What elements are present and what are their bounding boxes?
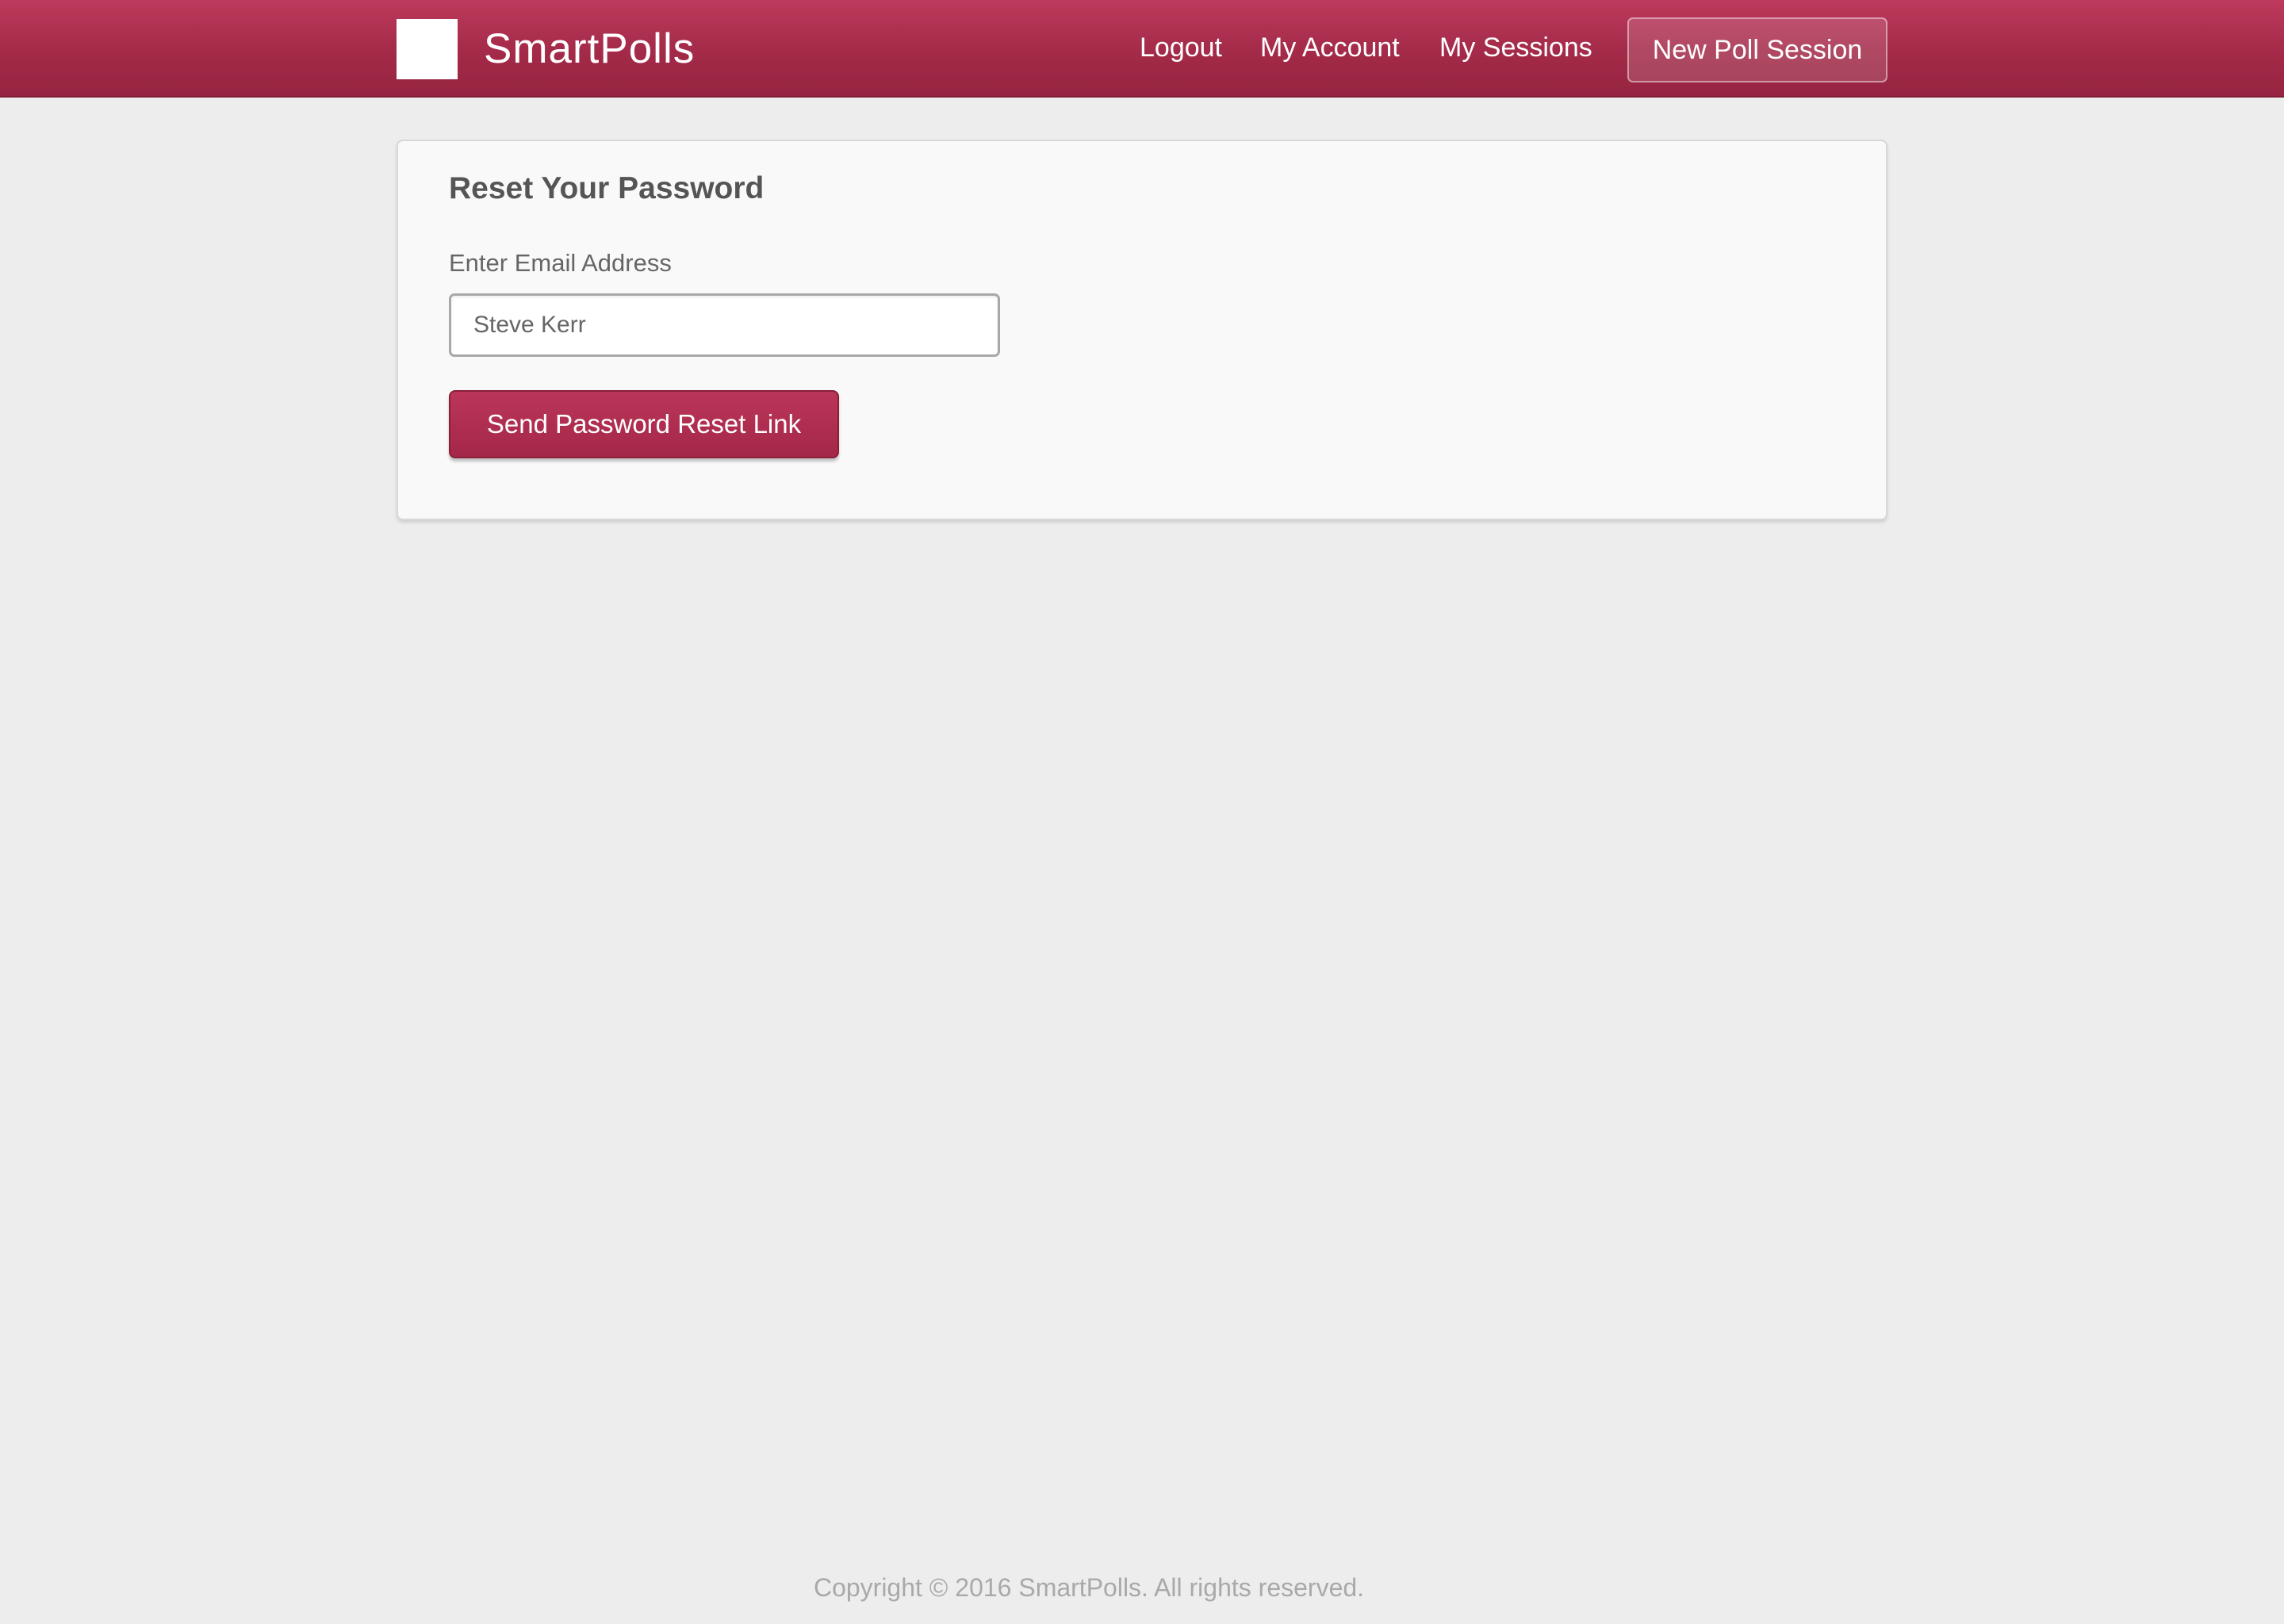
send-reset-link-button[interactable]: Send Password Reset Link [449,390,839,458]
footer-copyright: Copyright © 2016 SmartPolls. All rights … [813,1573,1365,1602]
email-field-label: Enter Email Address [449,249,672,277]
nav-link-logout[interactable]: Logout [1140,29,1222,67]
brand-name[interactable]: SmartPolls [484,24,695,75]
top-navbar: SmartPolls Logout My Account My Sessions… [0,0,2284,98]
page: SmartPolls Logout My Account My Sessions… [0,0,2284,1624]
nav-link-my-sessions[interactable]: My Sessions [1439,29,1592,67]
nav-link-my-account[interactable]: My Account [1260,29,1400,67]
new-poll-session-button[interactable]: New Poll Session [1627,17,1887,82]
email-field[interactable] [449,293,1000,357]
reset-password-card: Reset Your Password Enter Email Address … [397,140,1887,520]
brand-logo[interactable] [397,19,458,79]
card-title: Reset Your Password [449,171,765,205]
